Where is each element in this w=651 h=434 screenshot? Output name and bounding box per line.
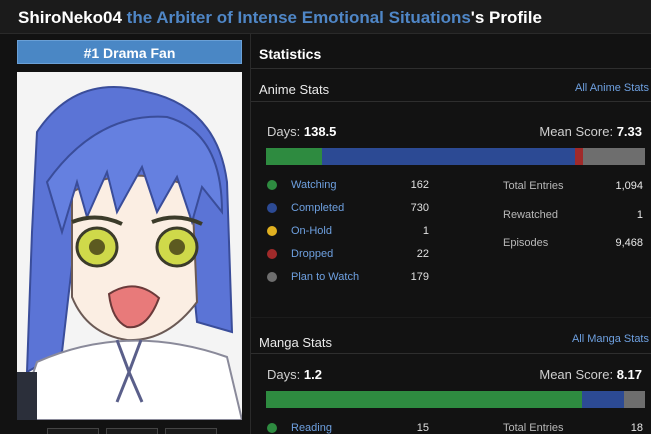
all-manga-stats-link[interactable]: All Manga Stats [572, 333, 649, 345]
anime-stats-title: Anime Stats [259, 82, 330, 97]
total-value: 9,468 [615, 237, 643, 250]
profile-tabs [47, 428, 217, 434]
avatar-illustration [17, 72, 242, 420]
total-row: Episodes 9,468 [503, 229, 643, 258]
status-count: 15 [416, 421, 429, 434]
total-value: 1 [636, 208, 643, 221]
total-label: Episodes [503, 237, 549, 250]
status-count: 22 [416, 247, 429, 260]
total-value: 1,094 [615, 180, 643, 193]
total-label: Total Entries [503, 422, 564, 434]
manga-mean-score: Mean Score: 8.17 [539, 367, 642, 382]
anime-mean-score: Mean Score: 7.33 [539, 124, 642, 139]
mean-value: 7.33 [616, 124, 642, 139]
status-row: Watching 162 [267, 173, 429, 196]
status-dot-icon [267, 225, 277, 236]
username: ShiroNeko04 [18, 8, 122, 27]
divider [251, 317, 651, 318]
anime-days: Days: 138.5 [267, 124, 336, 139]
anime-progress-bar [266, 148, 645, 165]
status-row: Completed 730 [267, 196, 429, 219]
status-row: On-Hold 1 [267, 219, 429, 242]
all-anime-stats-link[interactable]: All Anime Stats [575, 82, 649, 94]
days-label: Days: [267, 367, 301, 382]
mean-value: 8.17 [616, 367, 642, 382]
tab-2[interactable] [106, 428, 158, 434]
status-row: Dropped 22 [267, 242, 429, 265]
tab-3[interactable] [165, 428, 217, 434]
fan-badge[interactable]: #1 Drama Fan [17, 40, 242, 64]
anime-status-list: Watching 162 Completed 730 On-Hold 1 Dropped 22… [267, 173, 429, 288]
manga-bar-segment-watching [266, 391, 582, 408]
manga-status-list: Reading 15 [267, 416, 429, 434]
status-count: 162 [410, 178, 429, 191]
status-count: 730 [410, 201, 429, 214]
days-value: 1.2 [303, 367, 322, 382]
avatar [17, 72, 242, 420]
divider [251, 353, 651, 354]
anime-bar-segment-dropped [575, 148, 583, 165]
mean-label: Mean Score: [539, 367, 614, 382]
days-label: Days: [267, 124, 301, 139]
total-row: Rewatched 1 [503, 201, 643, 230]
divider [251, 68, 651, 69]
total-row: Total Entries 18 [503, 414, 643, 434]
anime-bar-segment-plan [582, 148, 645, 165]
statistics-panel: Statistics Anime Stats All Anime Stats D… [250, 34, 651, 434]
status-count: 1 [422, 224, 429, 237]
title-suffix: 's Profile [470, 8, 542, 27]
status-dot-icon [267, 271, 277, 282]
manga-days: Days: 1.2 [267, 367, 322, 382]
mean-label: Mean Score: [539, 124, 614, 139]
total-label: Total Entries [503, 180, 564, 193]
total-row: Total Entries 1,094 [503, 172, 643, 201]
total-label: Rewatched [503, 208, 559, 221]
total-value: 18 [630, 422, 643, 434]
status-dot-icon [267, 179, 277, 190]
days-value: 138.5 [303, 124, 337, 139]
status-dot-icon [267, 202, 277, 213]
anime-totals: Total Entries 1,094 Rewatched 1 Episodes 9,46… [503, 172, 643, 258]
divider [251, 101, 651, 102]
page-title: ShiroNeko04 the Arbiter of Intense Emoti… [18, 8, 542, 28]
status-dot-icon [267, 248, 277, 259]
status-row: Plan to Watch 179 [267, 265, 429, 288]
status-link[interactable]: On-Hold [291, 225, 389, 237]
manga-bar-segment-completed [581, 391, 624, 408]
anime-bar-segment-completed [322, 148, 575, 165]
status-link[interactable]: Reading [291, 422, 389, 434]
status-link[interactable]: Watching [291, 179, 389, 191]
anime-bar-segment-watching [266, 148, 323, 165]
status-row: Reading 15 [267, 416, 429, 434]
manga-bar-segment-plan [623, 391, 645, 408]
status-link[interactable]: Completed [291, 202, 389, 214]
manga-progress-bar [266, 391, 645, 408]
user-title[interactable]: the Arbiter of Intense Emotional Situati… [127, 8, 471, 27]
manga-totals: Total Entries 18 [503, 414, 643, 434]
status-link[interactable]: Plan to Watch [291, 271, 389, 283]
manga-stats-title: Manga Stats [259, 335, 332, 350]
status-link[interactable]: Dropped [291, 248, 389, 260]
status-dot-icon [267, 422, 277, 433]
profile-header: ShiroNeko04 the Arbiter of Intense Emoti… [0, 0, 651, 34]
statistics-heading: Statistics [259, 46, 322, 62]
tab-1[interactable] [47, 428, 99, 434]
status-count: 179 [410, 270, 429, 283]
profile-sidebar: #1 Drama Fan [17, 40, 242, 420]
